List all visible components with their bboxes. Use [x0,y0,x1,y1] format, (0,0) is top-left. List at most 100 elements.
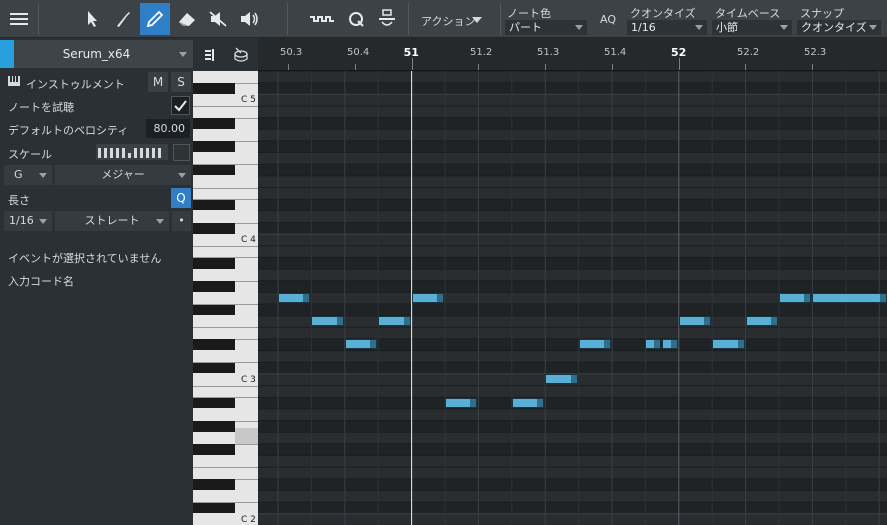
midi-note[interactable] [662,339,678,350]
midi-note[interactable] [311,316,344,327]
quantize-select[interactable]: 1/16 [627,20,707,35]
midi-note[interactable] [344,339,378,350]
pitch-row [258,71,887,83]
ruler-tick-mark [679,58,680,70]
toolbar-divider [500,3,501,35]
midi-note[interactable] [278,292,311,303]
pitch-row [258,443,887,456]
octave-label: C 5 [241,95,256,106]
inspector-panel: Serum_x64 インストゥルメント M S ノートを試聴 デフォルトのベロシ… [0,38,193,525]
mute-button[interactable]: M [148,72,168,92]
pencil-tool-icon[interactable] [140,3,170,35]
black-key[interactable] [193,199,235,211]
pitch-row [258,94,887,106]
pitch-row [258,140,887,153]
scale-key-select[interactable]: G [4,165,52,185]
drum-icon[interactable] [233,47,249,66]
midi-note[interactable] [545,374,578,385]
black-key[interactable] [193,223,235,234]
midi-note[interactable] [745,316,778,327]
white-key-divider [193,467,258,469]
scale-checkbox[interactable] [173,144,190,161]
midi-note[interactable] [578,339,611,350]
input-chord-label: 入力コード名 [8,275,74,288]
scale-row: スケール [0,141,193,163]
expand-icon[interactable] [205,49,215,64]
speaker-tool-icon[interactable] [234,3,264,35]
black-key[interactable] [193,118,235,129]
quantize-label: クオンタイズ [630,7,696,20]
note-color-select[interactable]: パート [505,20,587,35]
length-dot-button[interactable]: • [172,211,191,231]
scale-type-select[interactable]: メジャー [55,165,191,185]
black-key[interactable] [193,362,235,374]
midi-note[interactable] [378,316,411,327]
toolbar: アクション ノート色 パート AQ クオンタイズ 1/16 タイムベース 小節 … [0,0,887,38]
midi-note[interactable] [678,316,712,327]
ruler-tick-label: 52.2 [737,47,760,58]
note-grid[interactable] [258,71,887,525]
audition-label: ノートを試聴 [8,101,74,114]
black-key[interactable] [193,339,235,351]
length-value-select[interactable]: 1/16 [4,211,52,231]
audition-row: ノートを試聴 [0,95,193,115]
knife-tool-icon[interactable] [108,3,138,35]
pitch-row [258,420,887,433]
eraser-tool-icon[interactable] [172,3,202,35]
black-key[interactable] [193,141,235,153]
arrow-tool-icon[interactable] [77,3,107,35]
menu-icon[interactable] [4,3,34,35]
snap-select[interactable]: クオンタイズ [797,20,881,35]
action-menu[interactable]: アクション [421,13,475,29]
length-mode-select[interactable]: ストレート [55,211,169,231]
quantize-q-icon[interactable] [341,3,371,35]
scale-keyboard-icon[interactable] [96,144,168,163]
black-key[interactable] [193,444,235,455]
aq-button[interactable]: AQ [600,13,616,26]
default-velocity-field[interactable]: 80.00 [146,119,190,138]
timebase-label: タイムベース [715,7,781,20]
black-key[interactable] [193,83,235,94]
pitch-row [258,513,887,525]
pitch-row [258,432,887,444]
piano-keyboard[interactable]: C 5 C 4 C 3 C 2 [193,71,258,525]
scale-type-value: メジャー [101,168,145,181]
ruler-tick-mark [545,64,546,70]
length-mode-value: ストレート [84,214,140,227]
black-key[interactable] [193,304,235,316]
chevron-down-icon [39,219,47,224]
timebase-select[interactable]: 小節 [712,20,792,35]
midi-note[interactable] [445,397,478,408]
solo-button[interactable]: S [171,72,191,92]
humanize-icon[interactable] [372,3,402,35]
length-quantize-button[interactable]: Q [171,188,191,208]
midi-note[interactable] [812,292,887,303]
audition-checkbox[interactable] [171,96,190,115]
pitch-row [258,257,887,270]
midi-note[interactable] [645,339,662,350]
midi-note[interactable] [511,397,545,408]
pitch-row [258,408,887,421]
midi-note[interactable] [712,339,745,350]
pitch-row [258,362,887,374]
black-key[interactable] [193,397,235,409]
midi-note[interactable] [411,292,444,303]
black-key[interactable] [193,164,235,176]
step-record-icon[interactable] [306,3,340,35]
black-key[interactable] [193,502,235,514]
pitch-row [258,478,887,491]
timeline-ruler[interactable]: 50.3 50.4 51 51.2 51.3 51.4 52 52.2 52.3 [258,38,887,71]
length-value: 1/16 [9,214,34,227]
octave-label: C 3 [241,374,256,385]
black-key[interactable] [193,257,235,269]
snap-value: クオンタイズ [801,21,867,34]
mute-tool-icon[interactable] [203,3,233,35]
ruler-tick-label: 52.3 [804,47,827,58]
midi-note[interactable] [779,292,812,303]
black-key[interactable] [193,421,235,432]
instrument-selector[interactable]: Serum_x64 [0,40,193,68]
black-key[interactable] [193,281,235,292]
black-key[interactable] [193,479,235,490]
toolbar-divider [287,3,288,35]
ruler-tick-label: 51.4 [604,47,627,58]
